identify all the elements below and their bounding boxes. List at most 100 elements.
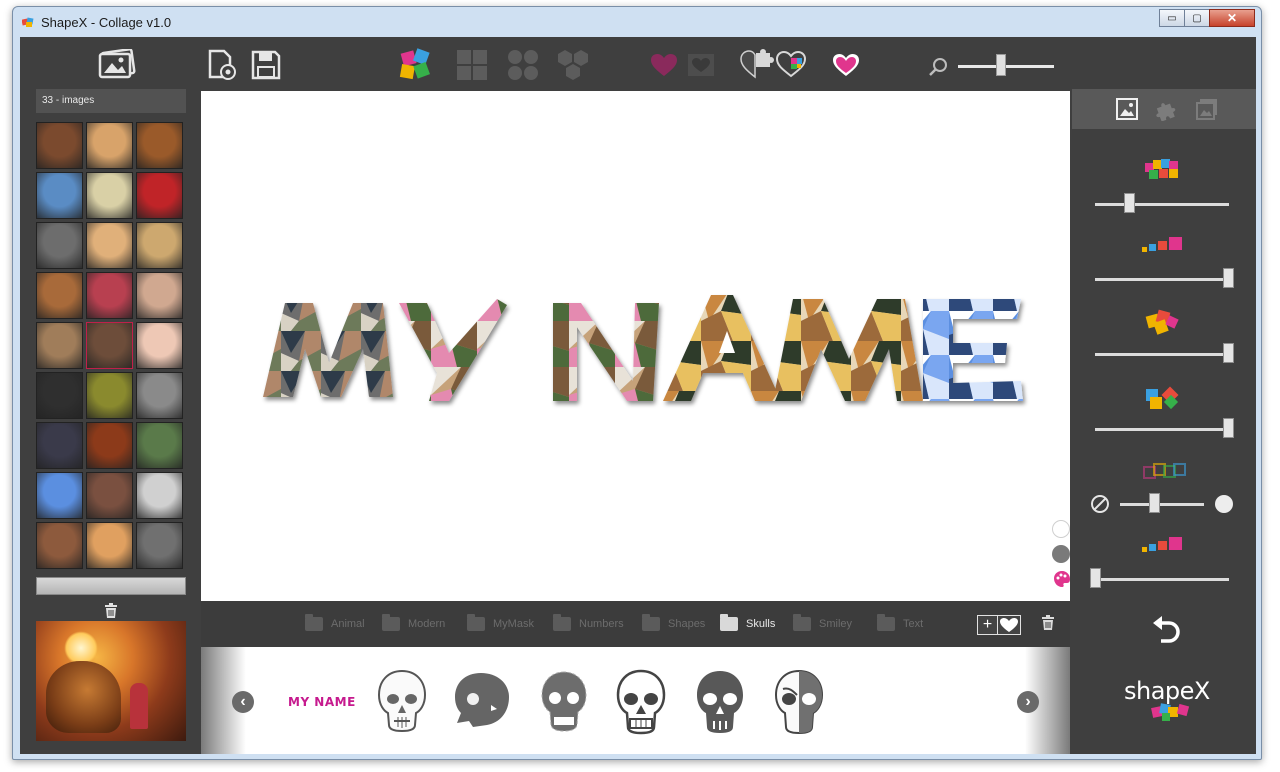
collage-canvas[interactable] — [201, 91, 1070, 601]
strip-prev-button[interactable]: ‹ — [232, 691, 254, 713]
tile-rotation-track[interactable] — [1095, 353, 1229, 356]
image-thumbnail[interactable] — [86, 222, 133, 269]
photo-heart-icon[interactable] — [687, 53, 715, 77]
category-shapes[interactable]: Shapes — [642, 614, 705, 631]
border-size-track[interactable] — [1095, 578, 1229, 581]
image-thumbnail[interactable] — [86, 372, 133, 419]
heart-icon — [1000, 618, 1018, 632]
maximize-button[interactable]: ▢ — [1184, 9, 1210, 27]
title-bar[interactable]: ShapeX - Collage v1.0 ▭ ▢ ✕ — [13, 7, 1261, 37]
preview-lion — [46, 661, 121, 733]
heart-shape-icon[interactable] — [650, 53, 678, 77]
image-thumbnail[interactable] — [86, 272, 133, 319]
image-thumbnail[interactable] — [86, 322, 133, 369]
circle-layout-icon[interactable] — [507, 49, 539, 81]
close-button[interactable]: ✕ — [1209, 9, 1255, 27]
image-thumbnail[interactable] — [136, 322, 183, 369]
tile-spacing-track[interactable] — [1095, 278, 1229, 281]
skull-shape-3-icon[interactable] — [538, 669, 590, 733]
image-thumbnail[interactable] — [86, 172, 133, 219]
category-text[interactable]: Text — [877, 614, 924, 631]
tile-size-thumb[interactable] — [1124, 193, 1135, 213]
image-thumbnail[interactable] — [136, 372, 183, 419]
gray-background-swatch[interactable] — [1052, 545, 1070, 563]
folder-icon — [642, 614, 660, 631]
image-thumbnail[interactable] — [36, 522, 83, 569]
tile-transparency-thumb[interactable] — [1149, 493, 1160, 513]
undo-icon[interactable] — [1151, 615, 1181, 643]
white-background-swatch[interactable] — [1052, 520, 1070, 538]
open-images-icon[interactable] — [98, 49, 136, 79]
strip-next-button[interactable]: › — [1017, 691, 1039, 713]
image-thumbnail[interactable] — [36, 472, 83, 519]
zoom-slider-thumb[interactable] — [996, 54, 1006, 76]
gallery-tab-icon[interactable] — [1196, 98, 1218, 120]
category-mymask[interactable]: MyMask — [467, 614, 534, 631]
image-thumbnail[interactable] — [136, 522, 183, 569]
image-thumbnail[interactable] — [136, 222, 183, 269]
minimize-button[interactable]: ▭ — [1159, 9, 1185, 27]
tile-overlap-icon — [1146, 386, 1179, 410]
image-thumbnail[interactable] — [36, 222, 83, 269]
tile-rotation-thumb[interactable] — [1223, 343, 1234, 363]
image-thumbnail[interactable] — [36, 122, 83, 169]
category-skulls[interactable]: Skulls — [720, 614, 776, 631]
grid-layout-icon[interactable] — [456, 49, 488, 81]
category-label: Smiley — [819, 618, 853, 630]
image-thumbnail[interactable] — [86, 522, 133, 569]
zoom-slider-track[interactable] — [958, 65, 1054, 68]
skull-shape-2-icon[interactable] — [451, 669, 513, 731]
category-label: MyMask — [493, 618, 534, 630]
palette-icon[interactable] — [1053, 570, 1071, 593]
no-transparency-icon[interactable] — [1090, 494, 1110, 514]
image-thumbnail[interactable] — [86, 472, 133, 519]
active-heart-icon[interactable] — [832, 53, 860, 77]
folder-icon — [305, 614, 323, 631]
skull-shape-5-icon[interactable] — [694, 669, 746, 735]
horizontal-scrollbar[interactable] — [36, 577, 186, 595]
new-collage-icon[interactable] — [206, 49, 238, 81]
border-size-thumb[interactable] — [1090, 568, 1101, 588]
category-numbers[interactable]: Numbers — [553, 614, 624, 631]
window-title: ShapeX - Collage v1.0 — [41, 15, 172, 30]
collage-mode-icon[interactable] — [398, 48, 434, 82]
full-opacity-icon[interactable] — [1215, 495, 1233, 513]
image-thumbnail[interactable] — [36, 172, 83, 219]
category-label: Numbers — [579, 618, 624, 630]
skull-shape-6-icon[interactable] — [773, 669, 825, 735]
category-modern[interactable]: Modern — [382, 614, 445, 631]
image-thumbnail[interactable] — [136, 472, 183, 519]
image-thumbnail[interactable] — [86, 122, 133, 169]
image-thumbnail[interactable] — [136, 422, 183, 469]
save-icon[interactable] — [251, 50, 281, 80]
category-label: Text — [903, 618, 924, 630]
hexagon-layout-icon[interactable] — [556, 48, 590, 82]
colorful-heart-icon[interactable] — [775, 50, 807, 78]
category-animal[interactable]: Animal — [305, 614, 365, 631]
image-thumbnail[interactable] — [36, 422, 83, 469]
tile-size-track[interactable] — [1095, 203, 1229, 206]
tile-overlap-track[interactable] — [1095, 428, 1229, 431]
add-shape-button[interactable]: + — [977, 615, 1021, 635]
image-thumbnail[interactable] — [36, 322, 83, 369]
image-thumbnail[interactable] — [36, 372, 83, 419]
image-tab-icon[interactable] — [1116, 98, 1138, 120]
logo-tiles-icon — [1151, 703, 1190, 721]
tile-spacing-thumb[interactable] — [1223, 268, 1234, 288]
image-thumbnail[interactable] — [36, 272, 83, 319]
delete-shape-icon[interactable] — [1041, 615, 1055, 636]
puzzle-tab-icon[interactable] — [1155, 97, 1179, 121]
skull-shape-1-icon[interactable] — [376, 669, 428, 733]
shape-myname[interactable]: MY NAME — [288, 695, 356, 709]
selected-image-preview[interactable] — [36, 621, 186, 741]
image-thumbnail[interactable] — [136, 122, 183, 169]
category-smiley[interactable]: Smiley — [793, 614, 853, 631]
tile-transparency-track[interactable] — [1120, 503, 1204, 506]
puzzle-heart-icon[interactable] — [740, 49, 774, 79]
skull-shape-4-icon[interactable] — [615, 669, 667, 735]
image-thumbnail[interactable] — [136, 272, 183, 319]
image-thumbnail[interactable] — [86, 422, 133, 469]
image-thumbnail[interactable] — [136, 172, 183, 219]
tile-overlap-thumb[interactable] — [1223, 418, 1234, 438]
category-label: Skulls — [746, 618, 776, 630]
